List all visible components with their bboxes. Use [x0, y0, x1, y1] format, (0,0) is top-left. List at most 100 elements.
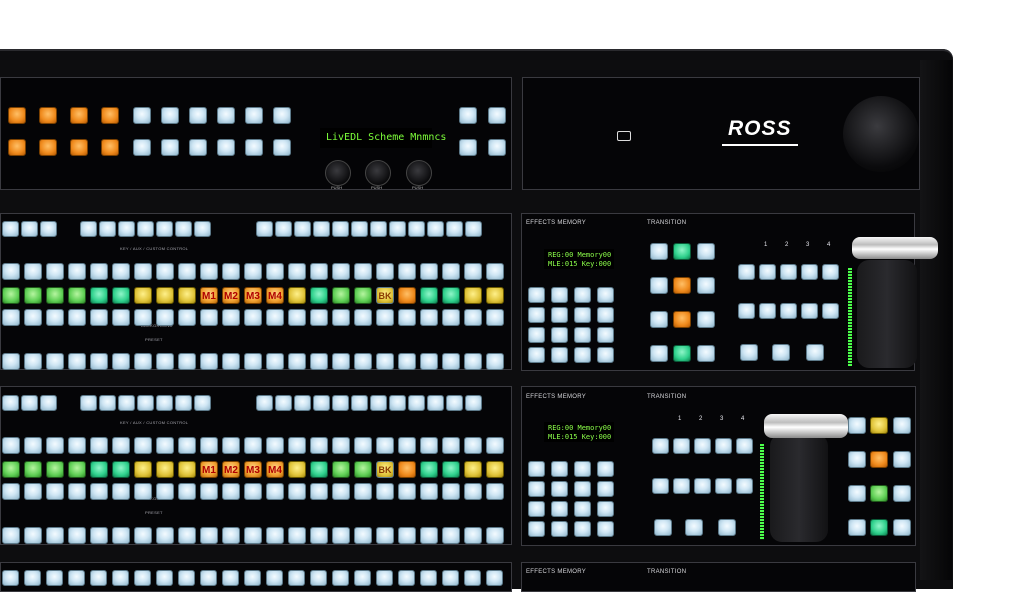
me2-program-bus-button[interactable] [398, 461, 416, 478]
me1-key-button[interactable] [275, 221, 292, 237]
me1-aux-bus-button[interactable] [46, 263, 64, 280]
me1-aux-bus-button[interactable] [24, 263, 42, 280]
me2-key-button[interactable] [370, 395, 387, 411]
me3-key-button[interactable] [398, 570, 415, 586]
me1-aux-bus-button[interactable] [376, 263, 394, 280]
top-white-button[interactable] [189, 139, 207, 156]
me2-key-select-button[interactable] [652, 478, 669, 494]
me2-aux-bus-button[interactable] [420, 437, 438, 454]
me2-key-button[interactable] [194, 395, 211, 411]
me1-program-bus-button[interactable] [464, 287, 482, 304]
me1-keypad-button[interactable] [528, 327, 545, 343]
me2-program-bus-button[interactable] [486, 461, 504, 478]
me2-preset-bus-button[interactable] [310, 527, 328, 544]
me2-preset-bus-button[interactable] [398, 527, 416, 544]
me1-key-button[interactable] [332, 221, 349, 237]
me2-preset-bus-button[interactable] [222, 527, 240, 544]
me1-key-button[interactable] [256, 221, 273, 237]
me3-key-button[interactable] [244, 570, 261, 586]
me2-transition-button[interactable] [848, 519, 866, 536]
me2-auto-button[interactable] [718, 519, 736, 536]
me2-background-bus-button[interactable] [266, 483, 284, 500]
me1-keypad-button[interactable] [528, 307, 545, 323]
top-right-button[interactable] [488, 107, 506, 124]
me1-keypad-button[interactable] [597, 327, 614, 343]
me2-keypad-button[interactable] [597, 481, 614, 497]
me1-aux-bus-button[interactable] [244, 263, 262, 280]
me1-background-bus-button[interactable] [442, 309, 460, 326]
me2-preset-bus-button[interactable] [178, 527, 196, 544]
me2-key-select-button[interactable] [736, 438, 753, 454]
me1-preset-bus-button[interactable] [376, 353, 394, 370]
me1-program-bus-button[interactable] [90, 287, 108, 304]
me1-transition-button[interactable] [697, 345, 715, 362]
me2-aux-bus-button[interactable] [464, 437, 482, 454]
me1-key-select-button[interactable] [780, 264, 797, 280]
top-white-button[interactable] [273, 107, 291, 124]
me2-keypad-button[interactable] [528, 521, 545, 537]
me1-background-bus-button[interactable] [200, 309, 218, 326]
me1-preset-bus-button[interactable] [134, 353, 152, 370]
me1-key-button[interactable] [175, 221, 192, 237]
me2-aux-bus-button[interactable] [222, 437, 240, 454]
me2-background-bus-button[interactable] [354, 483, 372, 500]
me2-transition-button[interactable] [870, 451, 888, 468]
me2-aux-bus-button[interactable] [288, 437, 306, 454]
me3-key-button[interactable] [2, 570, 19, 586]
me2-keypad-button[interactable] [551, 501, 568, 517]
me1-program-bus-button[interactable] [354, 287, 372, 304]
me1-background-bus-button[interactable] [90, 309, 108, 326]
me2-program-bus-button[interactable] [2, 461, 20, 478]
me1-preset-bus-button[interactable] [310, 353, 328, 370]
me2-preset-bus-button[interactable] [46, 527, 64, 544]
me1-key-button[interactable] [40, 221, 57, 237]
me1-background-bus-button[interactable] [376, 309, 394, 326]
me2-key-button[interactable] [21, 395, 38, 411]
me2-program-bus-button[interactable] [354, 461, 372, 478]
me1-mix-button[interactable]: M2 [222, 287, 240, 304]
me2-key-select-button[interactable] [694, 478, 711, 494]
top-white-button[interactable] [161, 107, 179, 124]
me1-key-select-button[interactable] [759, 264, 776, 280]
me2-tbar-lever-icon[interactable] [764, 414, 848, 438]
me2-program-bus-button[interactable] [46, 461, 64, 478]
me1-keypad-button[interactable] [597, 307, 614, 323]
me2-transition-button[interactable] [870, 485, 888, 502]
me1-key-button[interactable] [446, 221, 463, 237]
me2-key-button[interactable] [156, 395, 173, 411]
me2-background-bus-button[interactable] [244, 483, 262, 500]
me1-key-select-button[interactable] [822, 303, 839, 319]
me1-preset-bus-button[interactable] [68, 353, 86, 370]
me1-aux-bus-button[interactable] [332, 263, 350, 280]
me2-aux-bus-button[interactable] [46, 437, 64, 454]
me2-background-bus-button[interactable] [112, 483, 130, 500]
me2-preset-bus-button[interactable] [420, 527, 438, 544]
me2-program-bus-button[interactable] [112, 461, 130, 478]
me1-key-button[interactable] [313, 221, 330, 237]
me2-preset-bus-button[interactable] [442, 527, 460, 544]
me1-black-button[interactable]: BK [376, 287, 394, 304]
me2-background-bus-button[interactable] [90, 483, 108, 500]
me1-transition-button[interactable] [650, 311, 668, 328]
top-white-button[interactable] [133, 139, 151, 156]
me1-preset-bus-button[interactable] [288, 353, 306, 370]
me1-aux-bus-button[interactable] [222, 263, 240, 280]
me1-preset-bus-button[interactable] [156, 353, 174, 370]
me2-background-bus-button[interactable] [464, 483, 482, 500]
me2-keypad-button[interactable] [551, 481, 568, 497]
me1-mix-button[interactable]: M1 [200, 287, 218, 304]
me2-background-bus-button[interactable] [156, 483, 174, 500]
me1-background-bus-button[interactable] [178, 309, 196, 326]
me1-preset-bus-button[interactable] [486, 353, 504, 370]
top-orange-button[interactable] [70, 107, 88, 124]
me1-key-select-button[interactable] [801, 303, 818, 319]
me1-mix-button[interactable]: M4 [266, 287, 284, 304]
knob-3[interactable] [406, 160, 432, 186]
me1-transition-button[interactable] [697, 277, 715, 294]
me1-preset-bus-button[interactable] [24, 353, 42, 370]
me1-key-select-button[interactable] [780, 303, 797, 319]
me2-preset-bus-button[interactable] [200, 527, 218, 544]
me3-key-button[interactable] [112, 570, 129, 586]
me1-background-bus-button[interactable] [244, 309, 262, 326]
me1-key-button[interactable] [465, 221, 482, 237]
